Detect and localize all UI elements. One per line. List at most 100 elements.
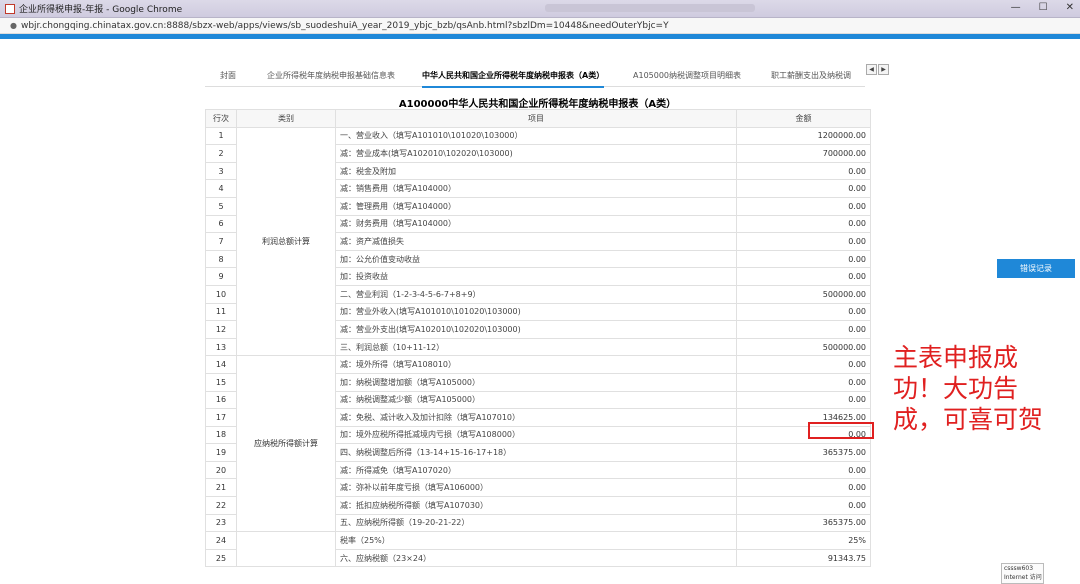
status-box: csssw603 Internet 访问 — [1001, 563, 1044, 584]
row-amount[interactable]: 25% — [736, 531, 871, 550]
row-amount[interactable]: 365375.00 — [736, 513, 871, 533]
row-number: 16 — [205, 390, 237, 410]
row-number: 8 — [205, 249, 237, 269]
row-number: 24 — [205, 531, 237, 550]
row-item: 一、营业收入（填写A101010\101020\103000） — [335, 126, 737, 146]
row-amount[interactable]: 0.00 — [736, 267, 871, 286]
table-header-row: 行次 类别 项目 金额 — [205, 109, 871, 128]
row-item: 六、应纳税额（23×24） — [335, 548, 737, 568]
row-number: 19 — [205, 443, 237, 462]
category-taxable: 应纳税所得额计算 — [236, 355, 336, 533]
row-number: 14 — [205, 355, 237, 374]
row-number: 18 — [205, 425, 237, 445]
minimize-button[interactable]: — — [1011, 2, 1021, 13]
row-number: 20 — [205, 460, 237, 480]
row-amount[interactable]: 0.00 — [736, 161, 871, 181]
row-item: 减：管理费用（填写A104000） — [335, 196, 737, 216]
row-amount[interactable]: 0.00 — [736, 196, 871, 216]
row-amount[interactable]: 1200000.00 — [736, 126, 871, 146]
row-amount[interactable]: 500000.00 — [736, 337, 871, 357]
tab-main-form[interactable]: 中华人民共和国企业所得税年度纳税申报表（A类） — [422, 68, 605, 88]
row-item: 减：资产减值损失 — [335, 232, 737, 251]
category-profit: 利润总额计算 — [236, 126, 336, 357]
header-item: 项目 — [335, 109, 737, 128]
row-amount[interactable]: 91343.75 — [736, 548, 871, 568]
row-number: 3 — [205, 161, 237, 181]
maximize-button[interactable]: ☐ — [1039, 2, 1048, 13]
row-amount[interactable]: 0.00 — [736, 372, 871, 392]
tab-payroll[interactable]: 职工薪酬支出及纳税调 — [771, 68, 851, 86]
row-amount[interactable]: 0.00 — [736, 214, 871, 234]
form-tabs: 封面 企业所得税年度纳税申报基础信息表 中华人民共和国企业所得税年度纳税申报表（… — [205, 68, 865, 88]
tab-next-icon[interactable]: ▶ — [878, 64, 889, 75]
tab-a105000[interactable]: A105000纳税调整项目明细表 — [633, 68, 741, 86]
error-record-button[interactable]: 错误记录 — [997, 259, 1075, 278]
row-item: 加：公允价值变动收益 — [335, 249, 737, 269]
row-item: 五、应纳税所得额（19-20-21-22） — [335, 513, 737, 533]
row-amount[interactable]: 500000.00 — [736, 284, 871, 304]
row-amount[interactable]: 0.00 — [736, 478, 871, 498]
row-number: 21 — [205, 478, 237, 498]
tab-basic-info[interactable]: 企业所得税年度纳税申报基础信息表 — [267, 68, 395, 86]
row-amount[interactable]: 0.00 — [736, 496, 871, 515]
row-number: 2 — [205, 144, 237, 163]
table-row: 14 应纳税所得额计算 减：境外所得（填写A108010） 0.00 — [205, 355, 871, 533]
header-amount: 金额 — [736, 109, 871, 128]
row-amount[interactable]: 0.00 — [736, 249, 871, 269]
url-text[interactable]: wbjr.chongqing.chinatax.gov.cn:8888/sbzx… — [21, 21, 669, 31]
close-button[interactable]: ✕ — [1066, 2, 1074, 13]
row-amount[interactable]: 0.00 — [736, 302, 871, 322]
row-item: 减：弥补以前年度亏损（填写A106000） — [335, 478, 737, 498]
row-number: 9 — [205, 267, 237, 286]
row-amount[interactable]: 0.00 — [736, 232, 871, 251]
address-bar[interactable]: ● wbjr.chongqing.chinatax.gov.cn:8888/sb… — [0, 18, 1080, 34]
tax-return-table: 行次 类别 项目 金额 1 利润总额计算 一、营业收入（填写A101010\1010… — [205, 109, 871, 568]
row-item: 加：纳税调整增加额（填写A105000） — [335, 372, 737, 392]
row-number: 25 — [205, 548, 237, 568]
row-item: 二、营业利润（1-2-3-4-5-6-7+8+9） — [335, 284, 737, 304]
blurred-title-region — [545, 4, 755, 12]
row-item: 加：境外应税所得抵减境内亏损（填写A108000） — [335, 425, 737, 445]
row-item: 减：免税、减计收入及加计扣除（填写A107010） — [335, 408, 737, 427]
table-row: 1 利润总额计算 一、营业收入（填写A101010\101020\103000） 12… — [205, 126, 871, 357]
row-item: 减：所得减免（填写A107020） — [335, 460, 737, 480]
row-number: 13 — [205, 337, 237, 357]
row-number: 7 — [205, 232, 237, 251]
row-number: 10 — [205, 284, 237, 304]
row-amount[interactable]: 0.00 — [736, 320, 871, 339]
row-item: 减：税金及附加 — [335, 161, 737, 181]
row-item: 减：纳税调整减少额（填写A105000） — [335, 390, 737, 410]
browser-titlebar: 企业所得税申报-年报 - Google Chrome — ☐ ✕ — [0, 0, 1080, 18]
row-item: 减：境外所得（填写A108010） — [335, 355, 737, 374]
row-item: 减：营业外支出(填写A102010\102020\103000) — [335, 320, 737, 339]
row-item: 税率（25%） — [335, 531, 737, 550]
window-controls: — ☐ ✕ — [1011, 2, 1074, 13]
row-item: 加：投资收益 — [335, 267, 737, 286]
row-amount[interactable]: 0.00 — [736, 390, 871, 410]
row-number: 15 — [205, 372, 237, 392]
row-item: 四、纳税调整后所得（13-14+15-16-17+18） — [335, 443, 737, 462]
row-item: 减：抵扣应纳税所得额（填写A107030） — [335, 496, 737, 515]
category-tax — [236, 531, 336, 568]
tab-cover[interactable]: 封面 — [220, 68, 236, 86]
row-amount[interactable]: 0.00 — [736, 179, 871, 198]
row-amount[interactable]: 0.00 — [736, 355, 871, 374]
row-number: 12 — [205, 320, 237, 339]
row-number: 5 — [205, 196, 237, 216]
tab-prev-icon[interactable]: ◀ — [866, 64, 877, 75]
status-line-2: Internet 访问 — [1004, 574, 1042, 581]
row-item: 减：财务费用（填写A104000） — [335, 214, 737, 234]
row-number: 22 — [205, 496, 237, 515]
row-amount[interactable]: 0.00 — [736, 460, 871, 480]
row-amount[interactable]: 365375.00 — [736, 443, 871, 462]
table-row: 24 税率（25%） 25% — [205, 531, 871, 568]
annotation-text: 主表申报成功！大功告成，可喜可贺 — [893, 343, 1044, 434]
favicon-icon — [5, 3, 15, 14]
row-amount[interactable]: 700000.00 — [736, 144, 871, 163]
status-line-1: csssw603 — [1004, 565, 1034, 572]
row-number: 17 — [205, 408, 237, 427]
header-no: 行次 — [205, 109, 237, 128]
form-title: A100000中华人民共和国企业所得税年度纳税申报表（A类） — [398, 99, 677, 110]
row-item: 加：营业外收入(填写A101010\101020\103000) — [335, 302, 737, 322]
page-info-icon[interactable]: ● — [10, 21, 17, 30]
